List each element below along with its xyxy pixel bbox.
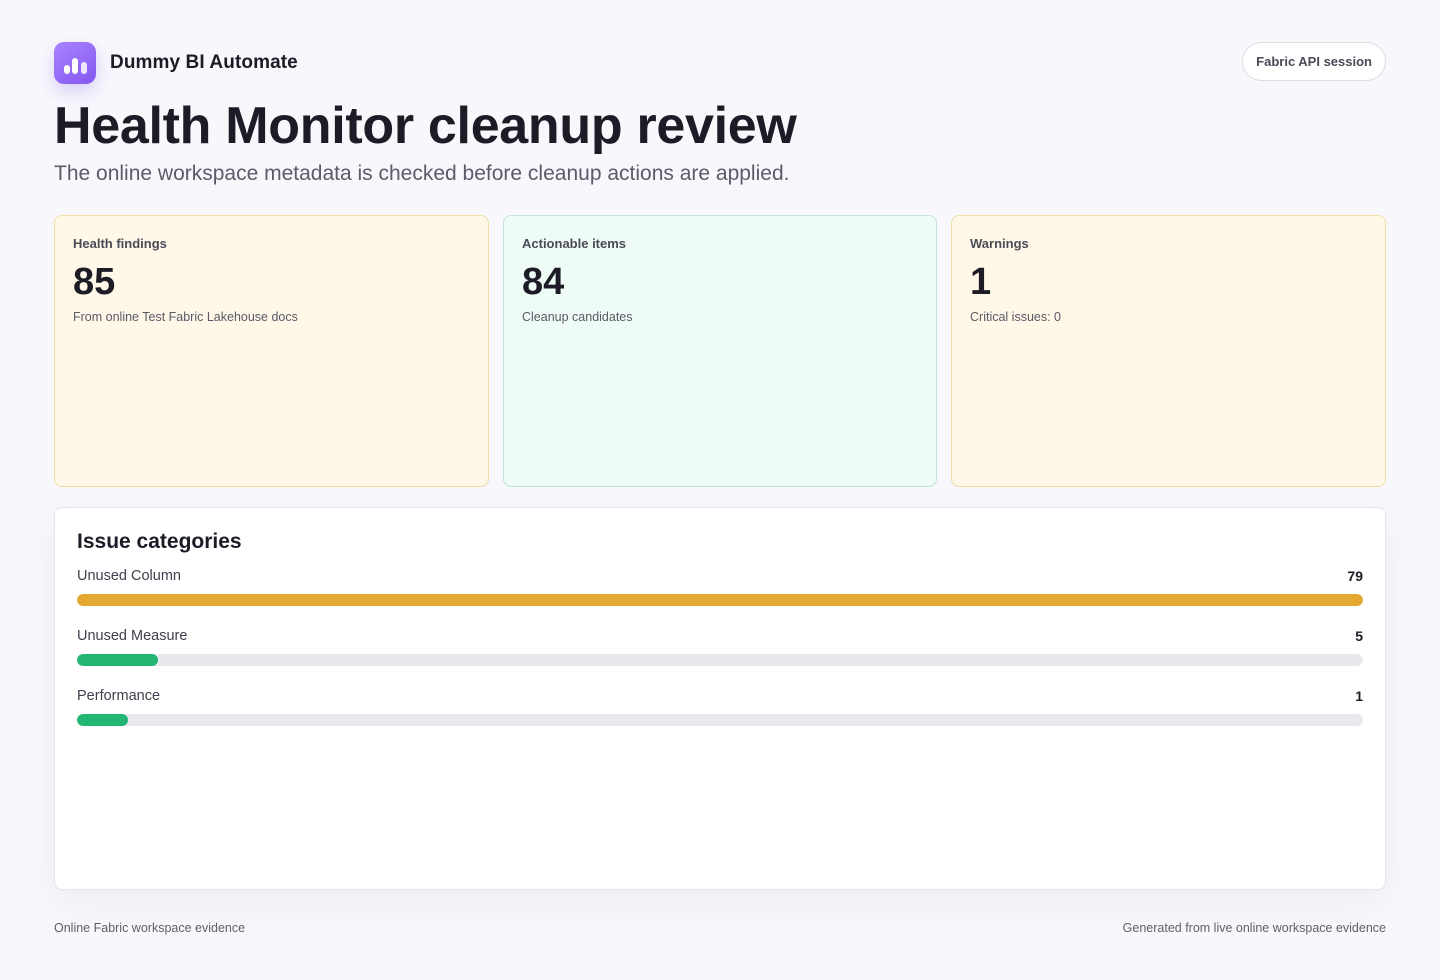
- issue-count: 5: [1355, 628, 1363, 644]
- page-subtitle: The online workspace metadata is checked…: [54, 162, 790, 185]
- issue-list: Unused Column 79 Unused Measure 5 Perfor…: [77, 566, 1363, 726]
- stat-card-warnings: Warnings 1 Critical issues: 0: [951, 215, 1386, 487]
- issue-count: 1: [1355, 688, 1363, 704]
- issue-row-unused-column: Unused Column 79: [77, 566, 1363, 606]
- issue-row-unused-measure: Unused Measure 5: [77, 626, 1363, 666]
- issue-name: Performance: [77, 688, 161, 704]
- issue-count: 79: [1347, 568, 1363, 584]
- issue-bar-track: [77, 594, 1363, 606]
- stat-label: Warnings: [970, 236, 1029, 251]
- issue-categories-panel: Issue categories Unused Column 79 Unused…: [54, 507, 1386, 890]
- stat-value: 84: [522, 261, 565, 303]
- panel-title: Issue categories: [77, 530, 242, 553]
- brand: Dummy BI Automate: [54, 42, 298, 84]
- session-pill[interactable]: Fabric API session: [1242, 42, 1386, 81]
- footer-left: Online Fabric workspace evidence: [54, 921, 246, 935]
- stat-note: From online Test Fabric Lakehouse docs: [73, 310, 298, 324]
- issue-bar-track: [77, 714, 1363, 726]
- bar-chart-icon: [54, 42, 96, 84]
- issue-bar-fill: [77, 654, 159, 666]
- stat-value: 1: [970, 261, 992, 303]
- stat-label: Actionable items: [522, 236, 627, 251]
- stat-note: Cleanup candidates: [522, 310, 633, 324]
- brand-name: Dummy BI Automate: [110, 52, 298, 73]
- stat-card-actionable-items: Actionable items 84 Cleanup candidates: [503, 215, 937, 487]
- issue-bar-track: [77, 654, 1363, 666]
- issue-name: Unused Column: [77, 568, 181, 584]
- stat-label: Health findings: [73, 236, 167, 251]
- stat-card-health-findings: Health findings 85 From online Test Fabr…: [54, 215, 489, 487]
- issue-bar-fill: [77, 714, 129, 726]
- issue-bar-fill: [77, 594, 1363, 606]
- stat-note: Critical issues: 0: [970, 310, 1061, 324]
- footer-right: Generated from live online workspace evi…: [1122, 921, 1386, 935]
- issue-name: Unused Measure: [77, 628, 188, 644]
- page: Dummy BI Automate Fabric API session Hea…: [0, 0, 1440, 980]
- issue-row-performance: Performance 1: [77, 686, 1363, 726]
- page-title: Health Monitor cleanup review: [54, 97, 797, 155]
- stat-value: 85: [73, 261, 116, 303]
